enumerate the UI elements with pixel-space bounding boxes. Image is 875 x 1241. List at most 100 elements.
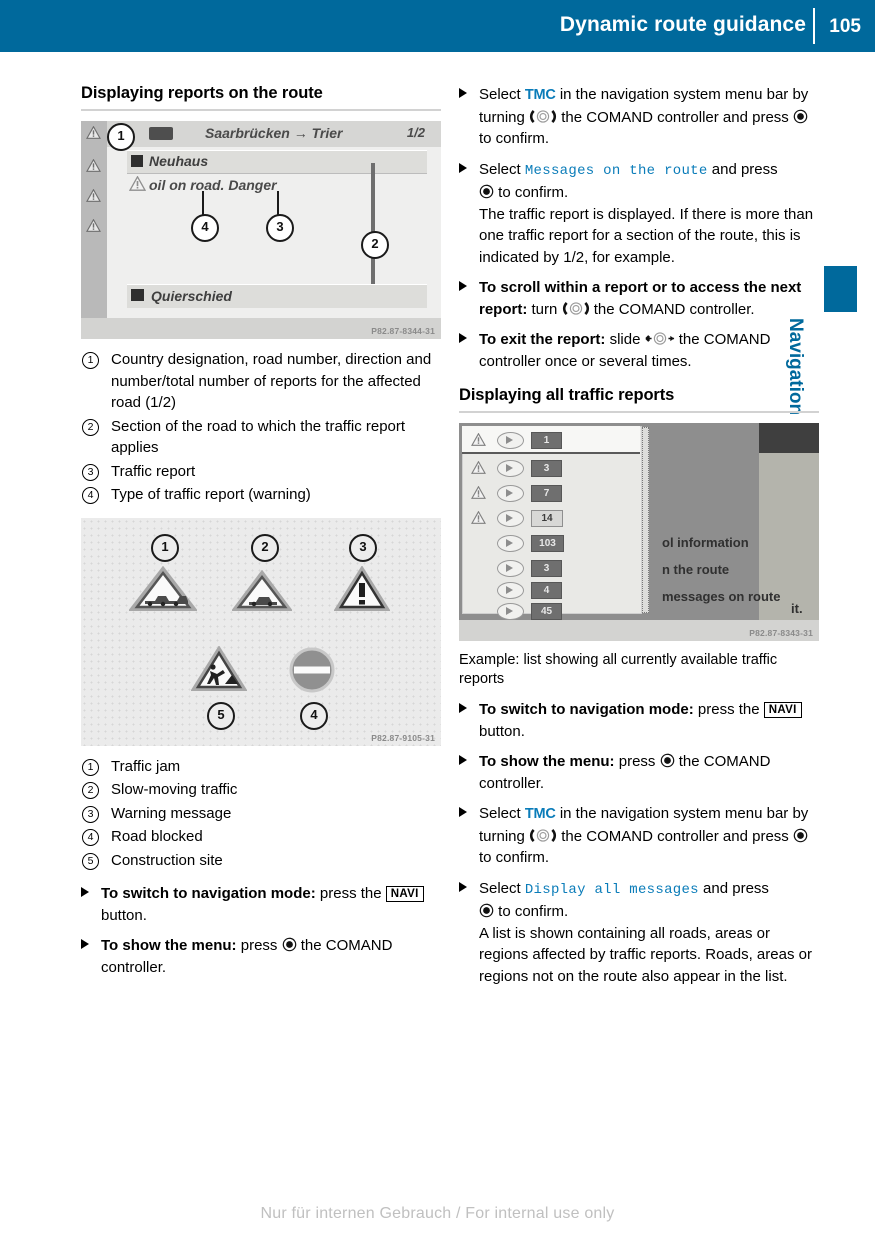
warning-triangle-icon [86, 159, 101, 172]
step-show-menu: To show the menu: press the COMAND contr… [459, 751, 819, 794]
figure-traffic-symbols: 1 2 3 5 4 P82.87-9105-31 [81, 517, 441, 746]
callout-2: 2 [361, 231, 389, 259]
page-header: Dynamic route guidance 105 [0, 0, 875, 52]
step-label: To exit the report: [479, 331, 606, 348]
navi-button[interactable]: NAVI [385, 885, 424, 902]
figure-all-traffic-reports: 1 3 7 14 103 3 4 45 ol information n the… [459, 423, 819, 641]
step-select-tmc: Select TMC in the navigation system menu… [459, 84, 819, 150]
legend-number: 5 [82, 852, 99, 870]
callout-3: 3 [266, 214, 294, 242]
bottom-row-label: Quierschied [151, 288, 232, 304]
step-text: Select [479, 86, 525, 103]
warning-message-icon [334, 565, 390, 611]
direction-arrow-icon [497, 460, 524, 477]
selected-list-row[interactable]: Neuhaus [127, 150, 427, 174]
callout-1: 1 [107, 123, 135, 151]
step-text: slide [605, 331, 645, 348]
section-rule [459, 411, 819, 413]
route-title: Saarbrücken → Trier [205, 125, 343, 141]
step-text: press [614, 753, 660, 770]
callout-leader-line [277, 191, 279, 216]
step-arrow-icon [459, 333, 467, 343]
step-label: To switch to navigation mode: [101, 885, 316, 902]
row-marker-icon [131, 155, 143, 167]
menu-line-3: messages on route [662, 589, 781, 604]
warning-triangle-icon [471, 461, 486, 474]
step-text-tail: button. [479, 722, 525, 740]
step-scroll-within-report: To scroll within a report or to access t… [459, 277, 819, 320]
step-note: A list is shown containing all roads, ar… [479, 924, 812, 985]
step-text: the COMAND controller and press [557, 108, 793, 126]
construction-site-icon [191, 645, 247, 691]
step-arrow-icon [459, 881, 467, 892]
report-count-badge: 1 [531, 432, 562, 449]
header-divider [813, 8, 815, 44]
selected-row-label: Neuhaus [149, 153, 209, 169]
report-count-badge: 14 [531, 510, 563, 527]
step-arrow-icon [81, 939, 89, 949]
step-text-tail: to confirm. [479, 130, 550, 147]
navi-button[interactable]: NAVI [763, 701, 802, 718]
flag-icon [131, 289, 144, 301]
figure-caption: Example: list showing all currently avai… [459, 652, 778, 687]
report-count-badge: 3 [531, 460, 562, 477]
turn-controller-icon [529, 109, 557, 123]
turn-controller-icon [562, 301, 589, 315]
legend-item: 1 Country designation, road number, dire… [81, 349, 441, 414]
legend-item: 1 Traffic jam [81, 756, 441, 778]
legend-number: 4 [82, 829, 99, 846]
display-all-messages-menu-item[interactable]: Display all messages [525, 882, 699, 898]
step-text: the COMAND controller and press [557, 827, 793, 845]
legend-text: Type of traffic report (warning) [111, 486, 311, 503]
figure-image-code: P82.87-8343-31 [749, 628, 813, 638]
step-text: press the [315, 885, 386, 902]
messages-on-route-menu-item[interactable]: Messages on the route [525, 163, 708, 179]
step-select-tmc: Select TMC in the navigation system menu… [459, 803, 819, 869]
step-switch-navigation-mode: To switch to navigation mode: press the … [459, 699, 819, 742]
legend-number: 2 [82, 782, 99, 799]
traffic-jam-icon [129, 565, 197, 611]
step-arrow-icon [459, 755, 467, 765]
legend-text: Warning message [111, 804, 232, 822]
road-number-badge [149, 127, 173, 140]
report-count-badge: 3 [531, 560, 562, 577]
legend-item: 4 Type of traffic report (warning) [81, 484, 441, 506]
tmc-menu-item[interactable]: TMC [525, 806, 556, 822]
right-column: Select TMC in the navigation system menu… [459, 84, 819, 996]
legend-number: 3 [82, 463, 99, 481]
report-counter: 1/2 [406, 125, 425, 140]
step-text: turn [527, 300, 562, 318]
list-scrollbar[interactable] [642, 427, 649, 613]
legend-number: 3 [82, 805, 99, 823]
legend-item: 3 Traffic report [81, 461, 441, 483]
section-title-displaying-all-reports: Displaying all traffic reports [459, 386, 675, 404]
warning-triangle-icon [471, 486, 486, 499]
press-controller-icon [282, 937, 296, 952]
step-text: Select [479, 160, 525, 178]
callout-4: 4 [191, 214, 219, 242]
legend-text: Section of the road to which the traffic… [111, 417, 406, 457]
direction-arrow-icon [497, 432, 524, 449]
figure-image-code: P82.87-9105-31 [371, 732, 435, 743]
press-controller-icon [793, 828, 808, 842]
legend-number: 1 [82, 352, 99, 369]
section-rule [81, 109, 441, 111]
step-text: and press [698, 879, 769, 897]
step-arrow-icon [459, 88, 467, 98]
press-controller-icon [660, 753, 674, 768]
press-controller-icon [479, 903, 494, 918]
legend-number: 4 [82, 487, 99, 504]
callout-leader-line [202, 191, 204, 216]
menu-line-1: ol information [662, 535, 749, 550]
legend-item: 5 Construction site [81, 850, 441, 872]
step-arrow-icon [459, 281, 467, 291]
callout-4: 4 [300, 701, 328, 730]
slow-moving-traffic-icon [232, 569, 292, 611]
warning-triangle-icon [129, 176, 146, 191]
step-label: To show the menu: [479, 753, 615, 770]
step-text: and press [707, 160, 778, 178]
bottom-list-row[interactable]: Quierschied [127, 284, 427, 308]
tmc-menu-item[interactable]: TMC [525, 87, 556, 103]
callout-1: 1 [151, 533, 179, 562]
direction-arrow-icon [497, 582, 524, 599]
